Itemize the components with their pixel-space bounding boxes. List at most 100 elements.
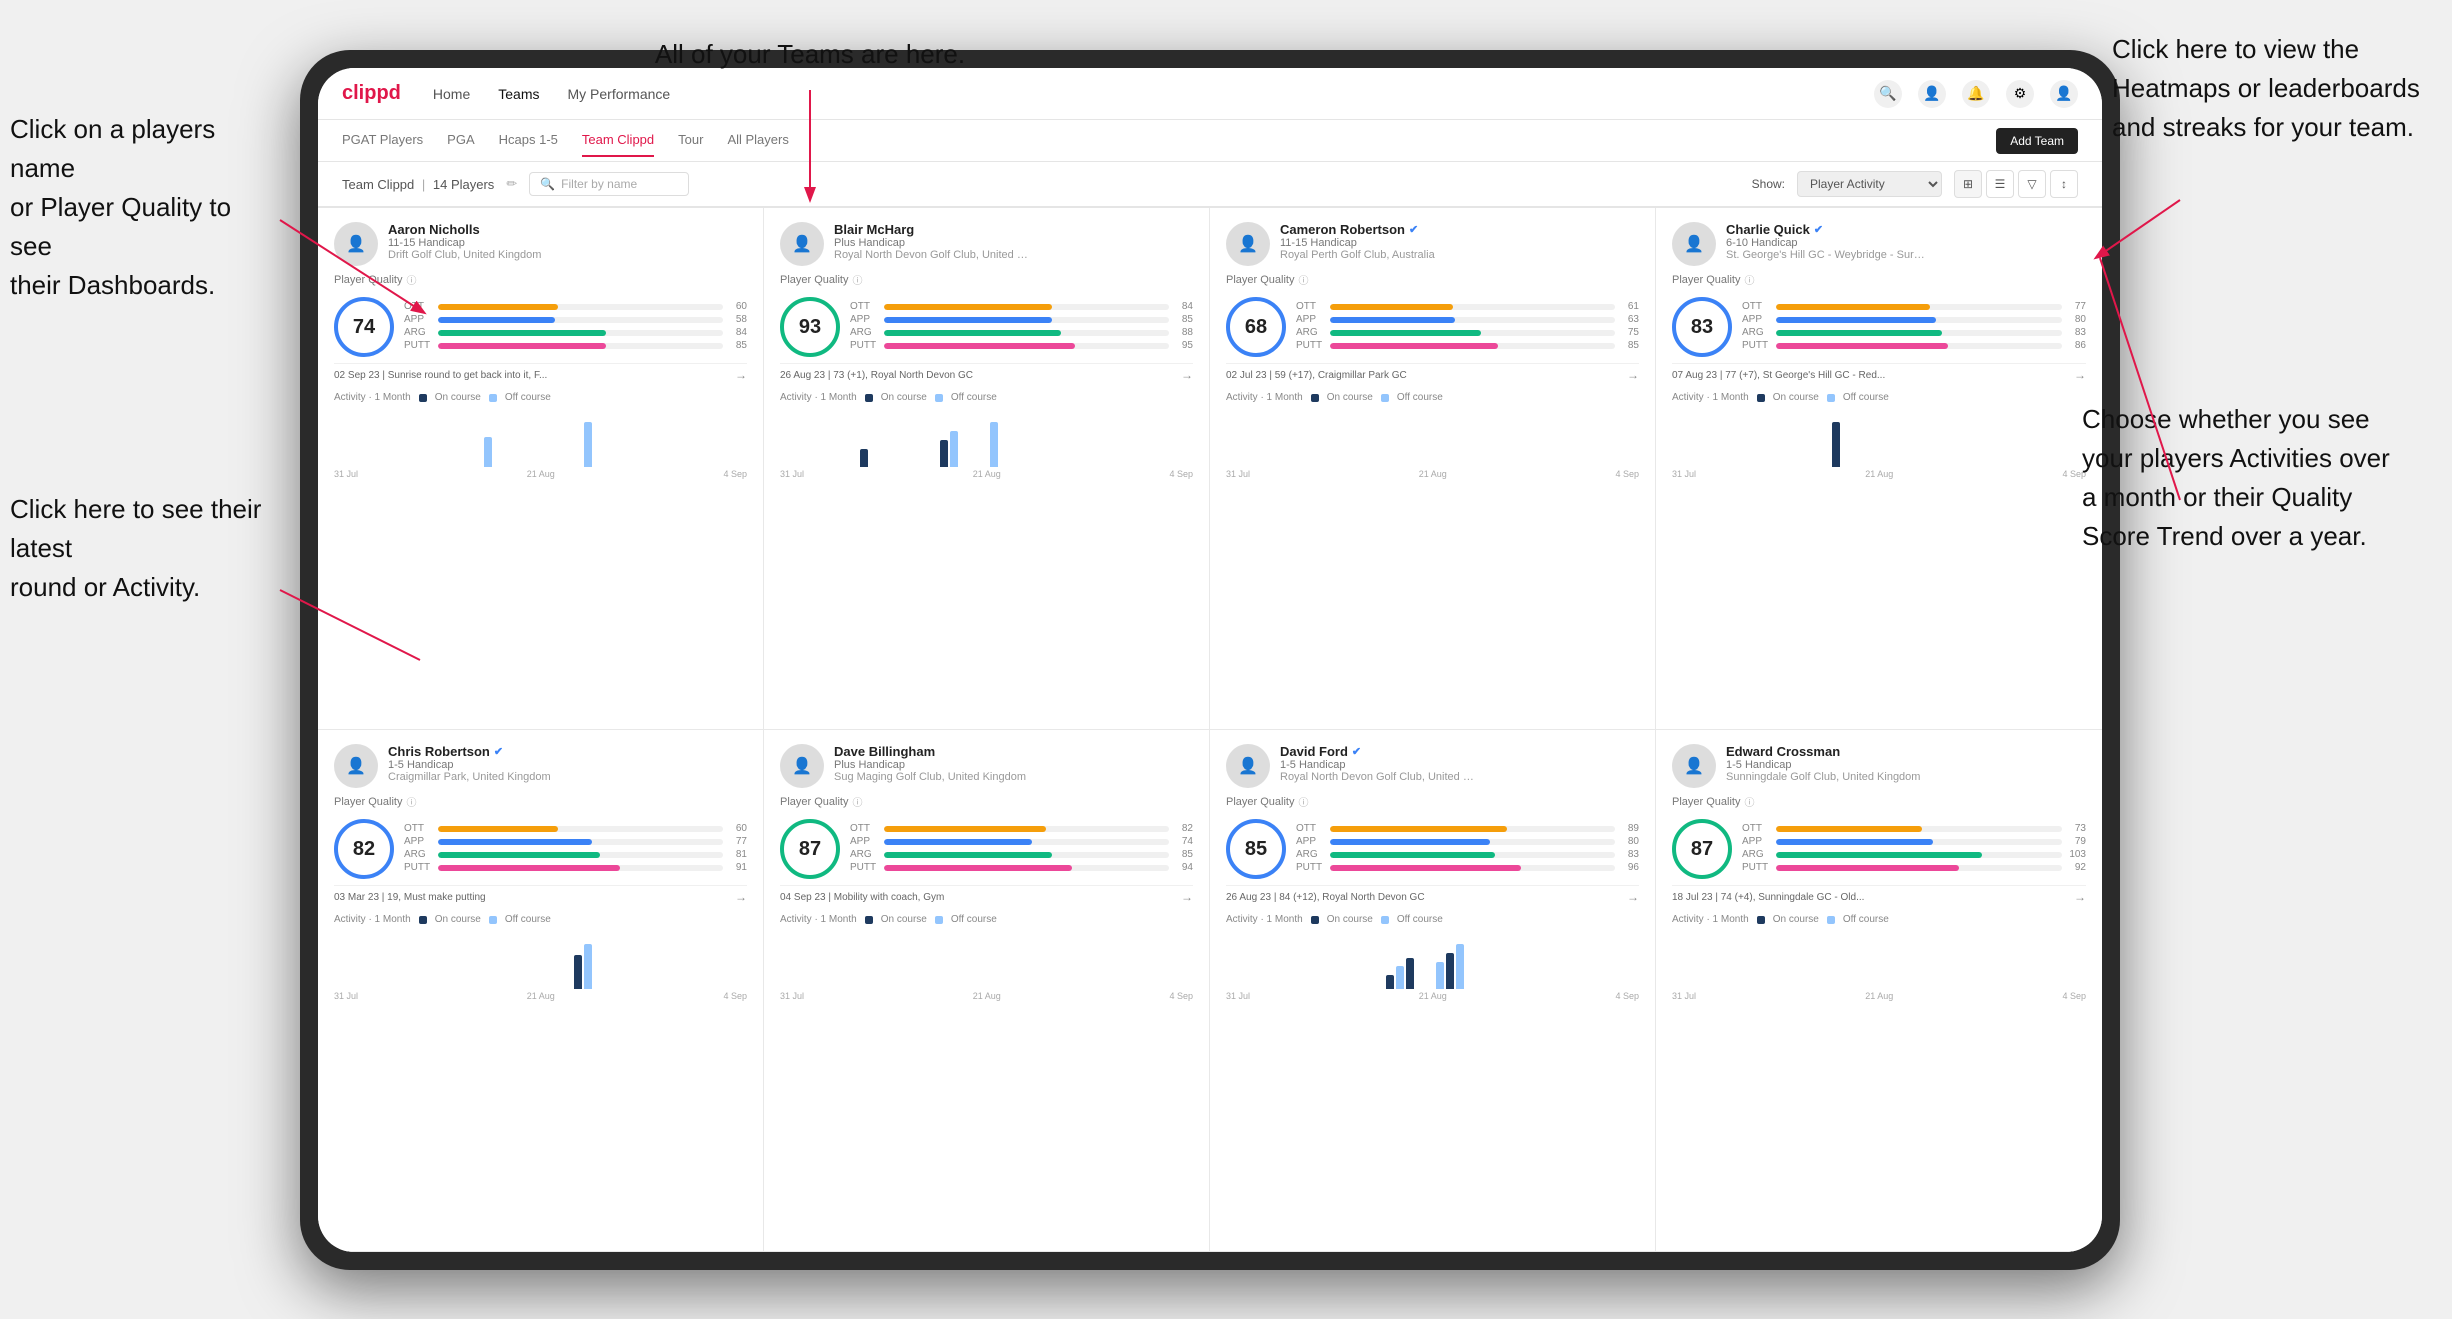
quality-section[interactable]: 87 OTT 82 APP 74 ARG 85 PUT <box>780 819 1193 879</box>
player-header: 👤 Dave Billingham Plus Handicap Sug Magi… <box>780 744 1193 788</box>
quality-circle[interactable]: 87 <box>1672 819 1732 879</box>
quality-section[interactable]: 83 OTT 77 APP 80 ARG 83 PUT <box>1672 297 2086 357</box>
stat-bar-app <box>884 317 1052 323</box>
player-info: Cameron Robertson✔ 11-15 Handicap Royal … <box>1280 222 1639 261</box>
activity-label: Activity · 1 Month On course Off course <box>780 392 1193 403</box>
latest-round-arrow[interactable]: → <box>1181 890 1193 904</box>
stat-value-arg: 83 <box>1619 849 1639 860</box>
player-name[interactable]: Edward Crossman <box>1726 744 2086 759</box>
subnav-hcaps[interactable]: Hcaps 1-5 <box>499 124 558 157</box>
subnav-pgat[interactable]: PGAT Players <box>342 124 423 157</box>
quality-section[interactable]: 93 OTT 84 APP 85 ARG 88 PUT <box>780 297 1193 357</box>
stat-label-ott: OTT <box>1296 301 1326 312</box>
bell-icon[interactable]: 🔔 <box>1962 80 1990 108</box>
latest-round[interactable]: 02 Jul 23 | 59 (+17), Craigmillar Park G… <box>1226 363 1639 386</box>
subnav-pga[interactable]: PGA <box>447 124 474 157</box>
stat-value-app: 80 <box>1619 836 1639 847</box>
latest-round[interactable]: 07 Aug 23 | 77 (+7), St George's Hill GC… <box>1672 363 2086 386</box>
stat-label-app: APP <box>850 836 880 847</box>
stat-label-arg: ARG <box>404 327 434 338</box>
quality-label: Player Quality ⓘ <box>1226 272 1639 287</box>
player-name[interactable]: Dave Billingham <box>834 744 1193 759</box>
player-name[interactable]: Aaron Nicholls <box>388 222 747 237</box>
quality-section[interactable]: 74 OTT 60 APP 58 ARG 84 PUT <box>334 297 747 357</box>
player-name[interactable]: Charlie Quick✔ <box>1726 222 2086 237</box>
on-course-dot <box>419 916 427 924</box>
player-name[interactable]: Cameron Robertson✔ <box>1280 222 1639 237</box>
chart-axis: 31 Jul 21 Aug 4 Sep <box>1672 991 2086 1001</box>
player-name[interactable]: David Ford✔ <box>1280 744 1639 759</box>
stat-row-app: APP 80 <box>1742 314 2086 325</box>
quality-circle[interactable]: 85 <box>1226 819 1286 879</box>
list-view-icon[interactable]: ☰ <box>1986 170 2014 198</box>
off-course-dot <box>489 916 497 924</box>
quality-circle[interactable]: 74 <box>334 297 394 357</box>
latest-round[interactable]: 02 Sep 23 | Sunrise round to get back in… <box>334 363 747 386</box>
add-team-button[interactable]: Add Team <box>1996 128 2078 154</box>
player-name[interactable]: Chris Robertson✔ <box>388 744 747 759</box>
quality-section[interactable]: 85 OTT 89 APP 80 ARG 83 PUT <box>1226 819 1639 879</box>
search-icon[interactable]: 🔍 <box>1874 80 1902 108</box>
latest-round-arrow[interactable]: → <box>735 368 747 382</box>
latest-round-arrow[interactable]: → <box>2074 368 2086 382</box>
latest-round-arrow[interactable]: → <box>1627 368 1639 382</box>
latest-round[interactable]: 03 Mar 23 | 19, Must make putting → <box>334 885 747 908</box>
chart-axis-label-2: 21 Aug <box>973 469 1001 479</box>
stat-label-putt: PUTT <box>1296 340 1326 351</box>
chart-axis-label-3: 4 Sep <box>1169 469 1193 479</box>
stat-row-putt: PUTT 94 <box>850 862 1193 873</box>
latest-round-arrow[interactable]: → <box>1181 368 1193 382</box>
quality-circle[interactable]: 93 <box>780 297 840 357</box>
latest-round[interactable]: 18 Jul 23 | 74 (+4), Sunningdale GC - Ol… <box>1672 885 2086 908</box>
subnav-team-clippd[interactable]: Team Clippd <box>582 124 654 157</box>
info-icon: ⓘ <box>852 272 862 287</box>
quality-section[interactable]: 82 OTT 60 APP 77 ARG 81 PUT <box>334 819 747 879</box>
latest-round[interactable]: 04 Sep 23 | Mobility with coach, Gym → <box>780 885 1193 908</box>
stat-label-putt: PUTT <box>1742 862 1772 873</box>
player-avatar: 👤 <box>780 744 824 788</box>
latest-round[interactable]: 26 Aug 23 | 84 (+12), Royal North Devon … <box>1226 885 1639 908</box>
nav-teams[interactable]: Teams <box>498 82 539 106</box>
stat-bar-container-putt <box>1330 343 1615 349</box>
player-club: Drift Golf Club, United Kingdom <box>388 249 588 261</box>
settings-icon[interactable]: ⚙ <box>2006 80 2034 108</box>
stat-bar-container-app <box>1330 317 1615 323</box>
grid-view-icon[interactable]: ⊞ <box>1954 170 1982 198</box>
chart-bar <box>584 944 592 989</box>
quality-circle[interactable]: 82 <box>334 819 394 879</box>
latest-round[interactable]: 26 Aug 23 | 73 (+1), Royal North Devon G… <box>780 363 1193 386</box>
quality-section[interactable]: 87 OTT 73 APP 79 ARG 103 PU <box>1672 819 2086 879</box>
nav-my-performance[interactable]: My Performance <box>567 82 670 106</box>
stat-row-ott: OTT 61 <box>1296 301 1639 312</box>
chart-axis-label-2: 21 Aug <box>1419 991 1447 1001</box>
quality-section[interactable]: 68 OTT 61 APP 63 ARG 75 PUT <box>1226 297 1639 357</box>
search-box[interactable]: 🔍 Filter by name <box>529 172 689 196</box>
edit-icon[interactable]: ✏ <box>506 176 517 192</box>
latest-round-arrow[interactable]: → <box>2074 890 2086 904</box>
nav-home[interactable]: Home <box>433 82 470 106</box>
off-course-label: Off course <box>505 392 551 403</box>
stat-bar-container-arg <box>1330 852 1615 858</box>
subnav-tour[interactable]: Tour <box>678 124 703 157</box>
latest-round-arrow[interactable]: → <box>1627 890 1639 904</box>
player-avatar: 👤 <box>1226 744 1270 788</box>
player-name[interactable]: Blair McHarg <box>834 222 1193 237</box>
player-grid: 👤 Aaron Nicholls 11-15 Handicap Drift Go… <box>318 207 2102 1252</box>
avatar-icon[interactable]: 👤 <box>2050 80 2078 108</box>
filter-icon[interactable]: ▽ <box>2018 170 2046 198</box>
stat-value-arg: 84 <box>727 327 747 338</box>
quality-circle[interactable]: 83 <box>1672 297 1732 357</box>
show-select[interactable]: Player Activity Quality Score Trend <box>1797 171 1942 197</box>
stat-label-app: APP <box>1296 836 1326 847</box>
stat-row-app: APP 80 <box>1296 836 1639 847</box>
sort-icon[interactable]: ↕ <box>2050 170 2078 198</box>
stat-value-arg: 83 <box>2066 327 2086 338</box>
latest-round-arrow[interactable]: → <box>735 890 747 904</box>
player-handicap: 1-5 Handicap <box>388 759 747 771</box>
user-icon[interactable]: 👤 <box>1918 80 1946 108</box>
quality-circle[interactable]: 87 <box>780 819 840 879</box>
subnav-all-players[interactable]: All Players <box>727 124 788 157</box>
quality-circle[interactable]: 68 <box>1226 297 1286 357</box>
stat-row-ott: OTT 89 <box>1296 823 1639 834</box>
stat-label-ott: OTT <box>850 823 880 834</box>
